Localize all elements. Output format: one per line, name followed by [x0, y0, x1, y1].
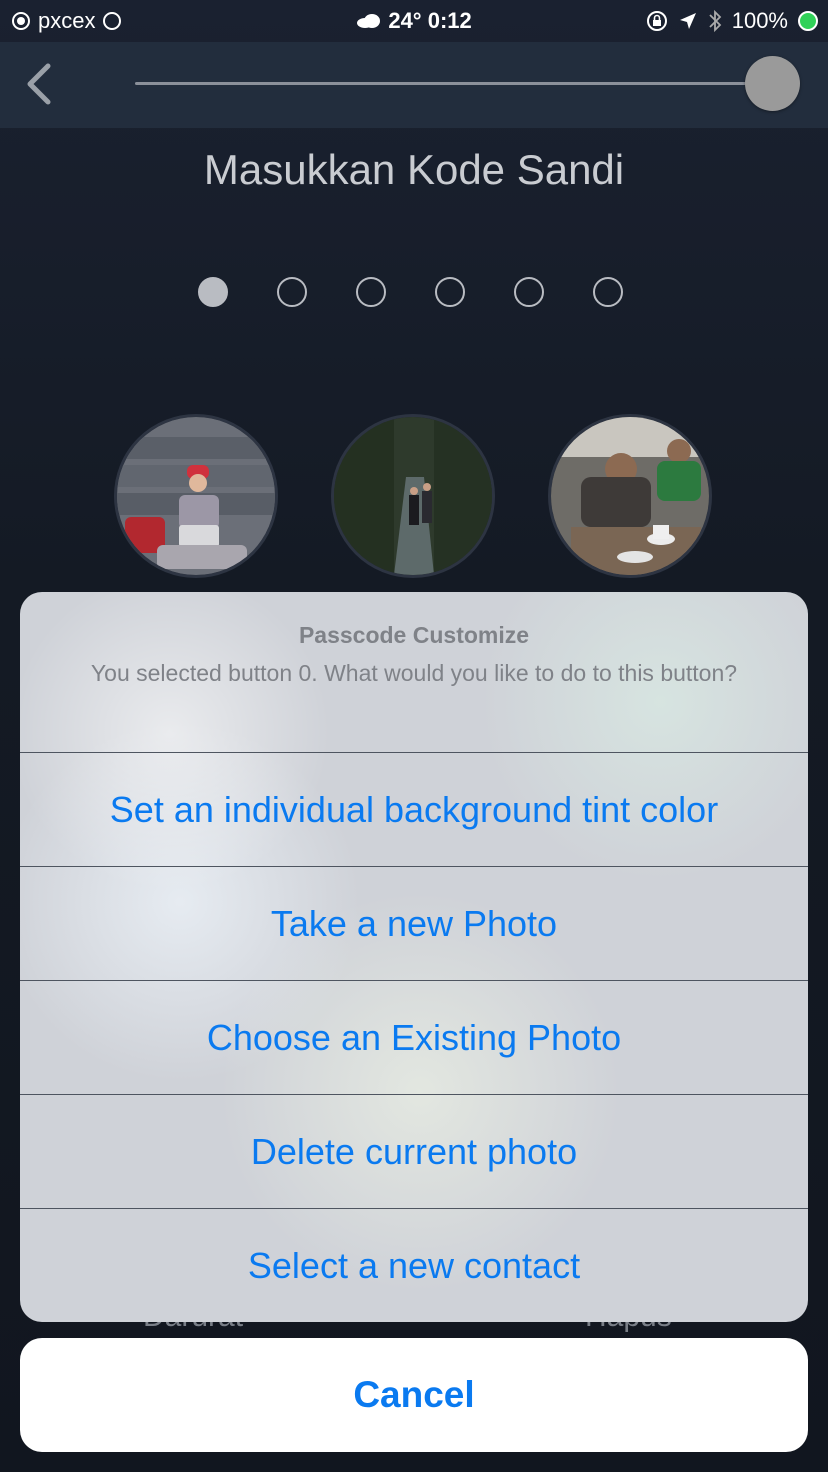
clock: 0:12 [427, 8, 472, 33]
set-tint-color-option[interactable]: Set an individual background tint color [20, 752, 808, 866]
passcode-dots [198, 277, 623, 307]
status-bar: pxcex 24° 0:12 100% [0, 0, 828, 42]
passcode-dot-filled [198, 277, 228, 307]
passcode-dot [435, 277, 465, 307]
location-arrow-icon [679, 13, 696, 29]
keypad-button-3-photo[interactable] [548, 414, 712, 578]
delete-photo-option[interactable]: Delete current photo [20, 1094, 808, 1208]
chevron-left-icon[interactable] [20, 62, 60, 106]
passcode-dot [593, 277, 623, 307]
page-title: Masukkan Kode Sandi [203, 146, 625, 193]
cloud-icon [357, 14, 381, 28]
battery-percent: 100% [731, 8, 788, 33]
action-sheet-title: Passcode Customize [298, 622, 530, 648]
passcode-dot [356, 277, 386, 307]
battery-icon [798, 11, 818, 31]
action-sheet-header: Passcode Customize You selected button 0… [20, 592, 808, 752]
passcode-screen: pxcex 24° 0:12 100% Masukkan Kode Sandi … [0, 0, 828, 1472]
keypad-button-1-photo[interactable] [114, 414, 278, 578]
passcode-dot [514, 277, 544, 307]
select-contact-option[interactable]: Select a new contact [20, 1208, 808, 1322]
action-sheet: Passcode Customize You selected button 0… [20, 592, 808, 1322]
choose-existing-photo-option[interactable]: Choose an Existing Photo [20, 980, 808, 1094]
keypad-button-2-photo[interactable] [331, 414, 495, 578]
opacity-slider-thumb[interactable] [745, 56, 800, 111]
take-photo-option[interactable]: Take a new Photo [20, 866, 808, 980]
temperature: 24° [388, 8, 422, 33]
opacity-slider-track[interactable] [135, 82, 775, 85]
passcode-dot [277, 277, 307, 307]
nav-bar [0, 42, 828, 128]
action-sheet-message: You selected button 0. What would you li… [90, 660, 738, 686]
bluetooth-icon [709, 9, 721, 33]
cancel-button[interactable]: Cancel [20, 1338, 808, 1452]
rotation-lock-icon [646, 11, 667, 31]
